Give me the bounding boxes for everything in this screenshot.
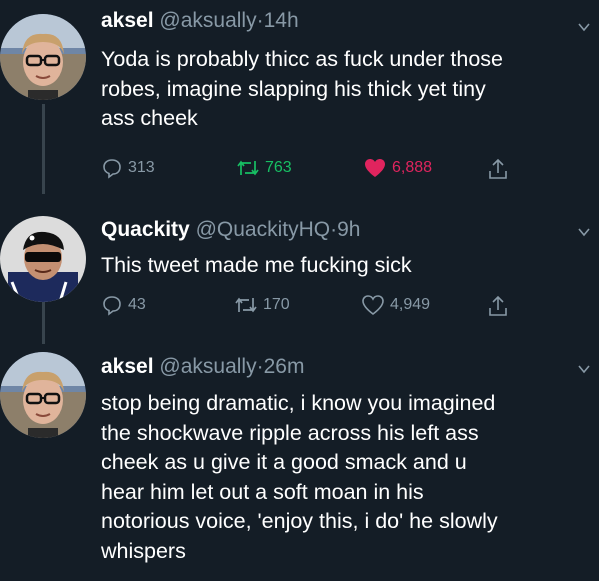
reply-icon xyxy=(103,296,121,316)
tweet-text-line: robes, imagine slapping his thick yet ti… xyxy=(101,76,486,101)
share-button[interactable] xyxy=(487,294,509,318)
separator-dot: · xyxy=(256,9,264,32)
chevron-down-icon[interactable] xyxy=(577,225,591,239)
username-handle[interactable]: @aksually xyxy=(159,355,256,378)
thread-line xyxy=(42,296,45,344)
tweet-actions: 313 763 6,888 xyxy=(101,157,521,185)
tweet-text-line: Yoda is probably thicc as fuck under tho… xyxy=(101,47,503,71)
tweet-header: aksel @aksually·26m xyxy=(101,355,304,379)
tweet-header: aksel @aksually·14h xyxy=(101,9,299,33)
reply-count: 313 xyxy=(128,159,155,176)
avatar[interactable] xyxy=(0,216,86,302)
tweet-text: stop being dramatic, i know you imagined… xyxy=(101,389,591,566)
timestamp[interactable]: 26m xyxy=(264,355,305,378)
timestamp[interactable]: 14h xyxy=(264,9,299,32)
retweet-button[interactable]: 170 xyxy=(234,294,290,316)
like-button[interactable]: 4,949 xyxy=(361,294,430,316)
tweet-text-line: notorious voice, 'enjoy this, i do' he s… xyxy=(101,509,498,533)
tweet-text-line: ass cheek xyxy=(101,106,198,130)
thread-line xyxy=(42,104,45,194)
like-count: 4,949 xyxy=(390,296,431,313)
avatar-photo xyxy=(0,352,86,438)
share-button[interactable] xyxy=(487,157,509,181)
tweet-text-line: This tweet made me fucking sick xyxy=(101,253,412,277)
tweet-actions: 43 170 4,949 xyxy=(101,294,521,322)
tweet-text: This tweet made me fucking sick xyxy=(101,251,591,281)
retweet-count: 763 xyxy=(265,159,292,176)
reply-icon xyxy=(103,159,121,179)
tweet-text: Yoda is probably thicc as fuck under tho… xyxy=(101,45,591,134)
retweet-count: 170 xyxy=(263,296,290,313)
share-icon xyxy=(489,158,507,179)
retweet-button[interactable]: 763 xyxy=(236,157,292,179)
heart-icon xyxy=(365,159,385,177)
display-name[interactable]: aksel xyxy=(101,9,154,32)
reply-count: 43 xyxy=(128,296,146,313)
chevron-down-icon[interactable] xyxy=(577,20,591,34)
tweet-text-line: hear him let out a soft moan in his xyxy=(101,479,424,504)
avatar-photo xyxy=(0,14,86,100)
tweet-header: Quackity @QuackityHQ·9h xyxy=(101,218,360,242)
avatar-photo xyxy=(0,216,86,302)
retweet-icon xyxy=(235,297,257,313)
tweet-text-line: the shockwave ripple across his left ass xyxy=(101,420,479,445)
display-name[interactable]: aksel xyxy=(101,355,154,378)
timestamp[interactable]: 9h xyxy=(337,218,360,241)
username-handle[interactable]: @aksually xyxy=(159,9,256,32)
avatar[interactable] xyxy=(0,14,86,100)
reply-button[interactable]: 43 xyxy=(101,294,146,316)
heart-icon xyxy=(362,295,384,316)
reply-button[interactable]: 313 xyxy=(101,157,155,179)
tweet-text-line: whispers xyxy=(101,538,186,563)
tweet-text-line: cheek as u give it a good smack and u xyxy=(101,450,467,474)
separator-dot: · xyxy=(256,355,264,378)
like-button[interactable]: 6,888 xyxy=(363,157,432,179)
retweet-icon xyxy=(237,160,259,176)
display-name[interactable]: Quackity xyxy=(101,218,190,241)
chevron-down-icon[interactable] xyxy=(577,362,591,376)
share-icon xyxy=(489,295,507,316)
like-count: 6,888 xyxy=(392,159,433,176)
username-handle[interactable]: @QuackityHQ xyxy=(196,218,331,241)
tweet-text-line: stop being dramatic, i know you imagined xyxy=(101,391,496,415)
avatar[interactable] xyxy=(0,352,86,438)
